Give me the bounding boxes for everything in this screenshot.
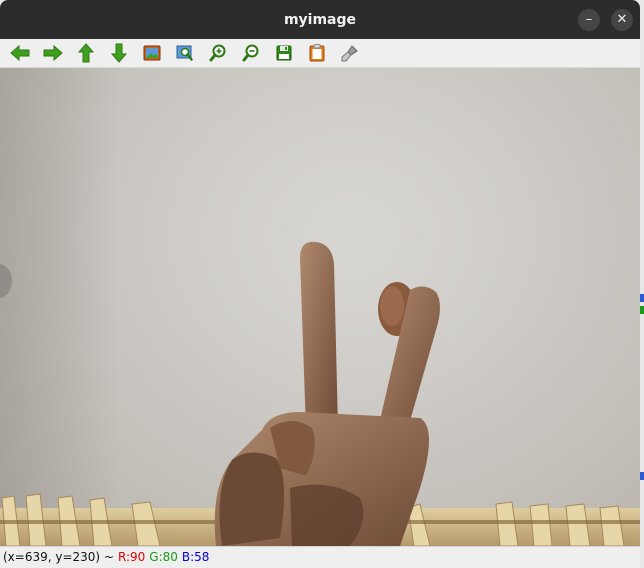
properties-button[interactable] [339, 42, 361, 64]
close-button[interactable]: ✕ [611, 9, 633, 31]
zoom-in-button[interactable] [207, 42, 229, 64]
brush-icon [341, 45, 358, 62]
save-button[interactable] [273, 42, 295, 64]
window-title: myimage [283, 12, 357, 28]
arrow-down-icon [111, 43, 127, 63]
arrow-right-icon [43, 45, 63, 61]
image-viewer-window: myimage – ✕ (x=639, y=230) ~ R:90 G:80 B… [0, 0, 641, 568]
toolbar [0, 39, 640, 68]
copy-button[interactable] [306, 42, 328, 64]
image-canvas[interactable] [0, 68, 640, 546]
zoom-out-icon [242, 44, 259, 62]
cursor-coordinates: (x=639, y=230) ~ [3, 550, 114, 564]
zoom-area-icon [176, 45, 193, 61]
edge-mark-blue [640, 294, 644, 302]
floppy-icon [276, 45, 292, 61]
status-bar: (x=639, y=230) ~ R:90 G:80 B:58 [0, 546, 640, 568]
minimize-button[interactable]: – [578, 9, 600, 31]
arrow-up-icon [78, 43, 94, 63]
titlebar[interactable]: myimage – ✕ [0, 0, 640, 39]
pan-up-button[interactable] [75, 42, 97, 64]
zoom-out-button[interactable] [240, 42, 262, 64]
image-icon [143, 45, 161, 61]
pan-right-button[interactable] [42, 42, 64, 64]
zoom-fit-button[interactable] [141, 42, 163, 64]
pan-down-button[interactable] [108, 42, 130, 64]
edge-mark-green [640, 306, 644, 314]
blue-value: B:58 [181, 550, 210, 564]
zoom-area-button[interactable] [174, 42, 196, 64]
green-value: G:80 [149, 550, 178, 564]
clipboard-icon [309, 44, 325, 62]
zoom-in-icon [209, 44, 226, 62]
edge-mark-blue-2 [640, 472, 644, 480]
background-window-edge [640, 0, 644, 568]
arrow-left-icon [10, 45, 30, 61]
pan-left-button[interactable] [9, 42, 31, 64]
red-value: R:90 [117, 550, 146, 564]
camera-frame-image [0, 241, 640, 546]
